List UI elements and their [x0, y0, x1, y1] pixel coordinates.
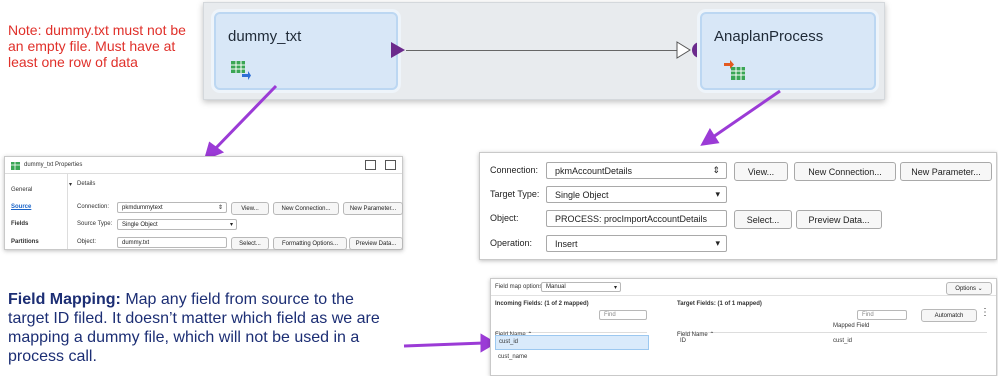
options-button[interactable]: Options ⌄ — [946, 282, 992, 295]
new-connection-button[interactable]: New Connection... — [273, 202, 339, 215]
updown-icon: ⇕ — [712, 165, 720, 175]
operation-label: Operation: — [490, 238, 533, 248]
connection-label: Connection: — [77, 204, 110, 210]
new-parameter-button[interactable]: New Parameter... — [900, 162, 992, 181]
target-type-label: Target Type: — [490, 189, 540, 199]
table-icon — [11, 162, 20, 170]
new-connection-button[interactable]: New Connection... — [794, 162, 896, 181]
incoming-field-name: cust_id — [499, 339, 519, 345]
object-label: Object: — [77, 239, 97, 245]
target-find-input[interactable]: Find — [857, 310, 907, 320]
object-field[interactable]: dummy.txt — [117, 237, 227, 248]
target-type-select[interactable]: Single Object ▾ — [546, 186, 727, 203]
updown-icon: ⇕ — [217, 205, 223, 211]
dropdown-icon: ▾ — [715, 189, 720, 199]
section-details[interactable]: Details — [77, 181, 95, 187]
mapped-field-header: Mapped Field — [833, 323, 870, 329]
tab-divider — [67, 173, 68, 249]
target-header: Field Name ⌃ Mapped Field — [677, 323, 987, 338]
dropdown-icon: ▾ — [715, 238, 720, 248]
table-row[interactable]: ID cust_id — [677, 335, 987, 348]
target-field-name: ID — [680, 338, 686, 344]
automatch-button[interactable]: Automatch — [921, 309, 977, 322]
target-properties-panel: Connection: pkmAccountDetails ⇕ View... N… — [479, 152, 997, 260]
source-type-select[interactable]: Single Object ▾ — [117, 219, 237, 230]
minimize-icon[interactable] — [365, 160, 376, 170]
maximize-icon[interactable] — [385, 160, 396, 170]
tab-fields[interactable]: Fields — [11, 221, 28, 227]
divider — [491, 295, 996, 296]
incoming-header: Field Name ⌃ — [495, 323, 647, 338]
new-parameter-button[interactable]: New Parameter... — [343, 202, 403, 215]
chevron-down-icon: ⌄ — [977, 286, 983, 292]
incoming-find-input[interactable]: Find — [599, 310, 647, 320]
field-mapping-panel: Field map options: Manual ▾ Options ⌄ Inc… — [490, 278, 997, 376]
dropdown-icon: ▾ — [613, 284, 617, 291]
field-mapping-caption: Field Mapping: Map any field from source… — [8, 290, 398, 366]
source-type-label: Source Type: — [77, 221, 113, 227]
view-button[interactable]: View... — [231, 202, 269, 215]
preview-data-button[interactable]: Preview Data... — [349, 237, 403, 250]
connection-select[interactable]: pkmdummytext ⇕ — [117, 202, 227, 213]
incoming-field-name: cust_name — [498, 354, 528, 360]
target-fields-title: Target Fields: (1 of 1 mapped) — [677, 301, 762, 307]
panel-title: dummy_txt Properties — [24, 162, 83, 168]
tab-source[interactable]: Source — [11, 204, 31, 210]
preview-data-button[interactable]: Preview Data... — [796, 210, 882, 229]
field-map-options-label: Field map options: — [495, 284, 545, 290]
divider — [5, 173, 402, 174]
list-item[interactable]: cust_id — [495, 335, 649, 350]
arrow-to-source-properties — [212, 84, 278, 152]
caption-bold: Field Mapping: — [8, 291, 121, 308]
object-field[interactable]: PROCESS: procImportAccountDetails — [546, 210, 727, 227]
tab-general[interactable]: General — [11, 187, 32, 193]
arrow-to-target-properties — [712, 89, 781, 139]
incoming-fields-title: Incoming Fields: (1 of 2 mapped) — [495, 301, 589, 307]
formatting-options-button[interactable]: Formatting Options... — [273, 237, 347, 250]
object-label: Object: — [490, 213, 519, 223]
view-button[interactable]: View... — [734, 162, 788, 181]
list-item[interactable]: cust_name — [495, 351, 647, 364]
more-options-icon[interactable]: ⋮ — [980, 307, 990, 318]
dropdown-icon: ▾ — [229, 222, 233, 228]
field-map-options-select[interactable]: Manual ▾ — [541, 282, 621, 292]
mapped-field-value: cust_id — [833, 338, 853, 344]
source-properties-panel: dummy_txt Properties General Source Fiel… — [4, 156, 403, 250]
chevron-down-icon[interactable]: ▾ — [69, 181, 72, 188]
operation-select[interactable]: Insert ▾ — [546, 235, 727, 252]
connection-label: Connection: — [490, 165, 539, 175]
tab-partitions[interactable]: Partitions — [11, 239, 39, 245]
connection-select[interactable]: pkmAccountDetails ⇕ — [546, 162, 727, 179]
select-button[interactable]: Select... — [734, 210, 792, 229]
select-button[interactable]: Select... — [231, 237, 269, 250]
